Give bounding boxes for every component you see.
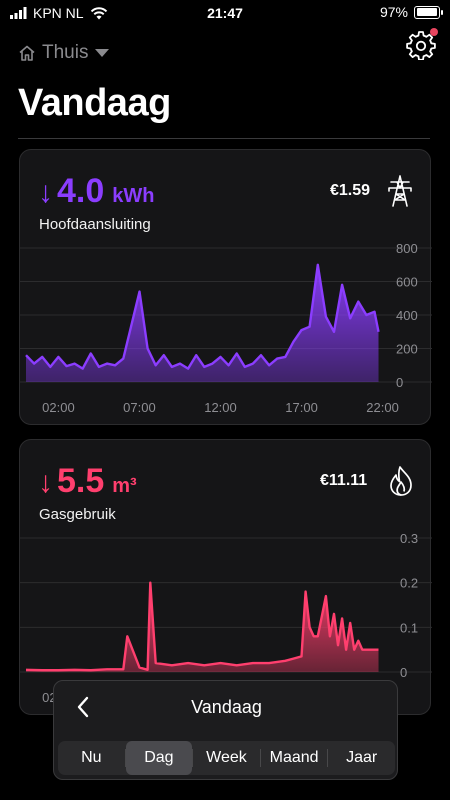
status-bar: KPN NL 21:47 97% [0, 0, 450, 26]
x-tick-label: 17:00 [285, 400, 318, 415]
settings-button[interactable] [406, 28, 438, 61]
y-tick-label: 800 [396, 241, 418, 256]
location-selector[interactable]: Thuis [18, 42, 110, 64]
y-tick-label: 400 [396, 308, 418, 323]
notification-dot [430, 28, 438, 36]
electricity-chart: 800 600 400 200 0 02:00 07:00 12:00 17:00 22:00 [20, 241, 432, 415]
tab-jaar[interactable]: Jaar [328, 741, 395, 775]
period-tabs: Nu Dag Week Maand Jaar [58, 741, 395, 775]
y-tick-label: 0 [400, 665, 407, 680]
gas-card[interactable]: ↓ 5.5 m³ Gasgebruik €11.11 0.30.20.1002:… [19, 439, 432, 715]
electricity-card[interactable]: ↓ 4.0 kWh Hoofdaansluiting €1.59 800 600 4… [19, 149, 432, 425]
y-tick-label: 200 [396, 342, 418, 357]
home-icon [19, 45, 35, 61]
battery-icon [414, 5, 443, 19]
y-tick-label: 600 [396, 275, 418, 290]
x-tick-label: 07:00 [123, 400, 156, 415]
tab-nu[interactable]: Nu [58, 741, 125, 775]
page-title: Vandaag [18, 82, 171, 124]
period-title: Vandaag [191, 697, 262, 717]
battery-percentage: 97% [379, 4, 408, 20]
x-tick-label: 12:00 [204, 400, 237, 415]
y-tick-label: 0.1 [400, 620, 418, 635]
tab-week[interactable]: Week [193, 741, 260, 775]
x-tick-label: 02:00 [42, 400, 75, 415]
x-tick-label: 22:00 [366, 400, 399, 415]
tab-maand[interactable]: Maand [261, 741, 328, 775]
header-divider [18, 138, 430, 139]
y-tick-label: 0 [396, 375, 403, 390]
period-selector: Vandaag Nu Dag Week Maand Jaar [53, 680, 398, 780]
y-tick-label: 0.3 [400, 531, 418, 546]
gas-chart: 0.30.20.1002:00 [20, 531, 432, 705]
y-tick-label: 0.2 [400, 576, 418, 591]
caret-down-icon [95, 49, 110, 57]
location-label: Thuis [42, 42, 89, 63]
tab-dag[interactable]: Dag [125, 741, 193, 775]
